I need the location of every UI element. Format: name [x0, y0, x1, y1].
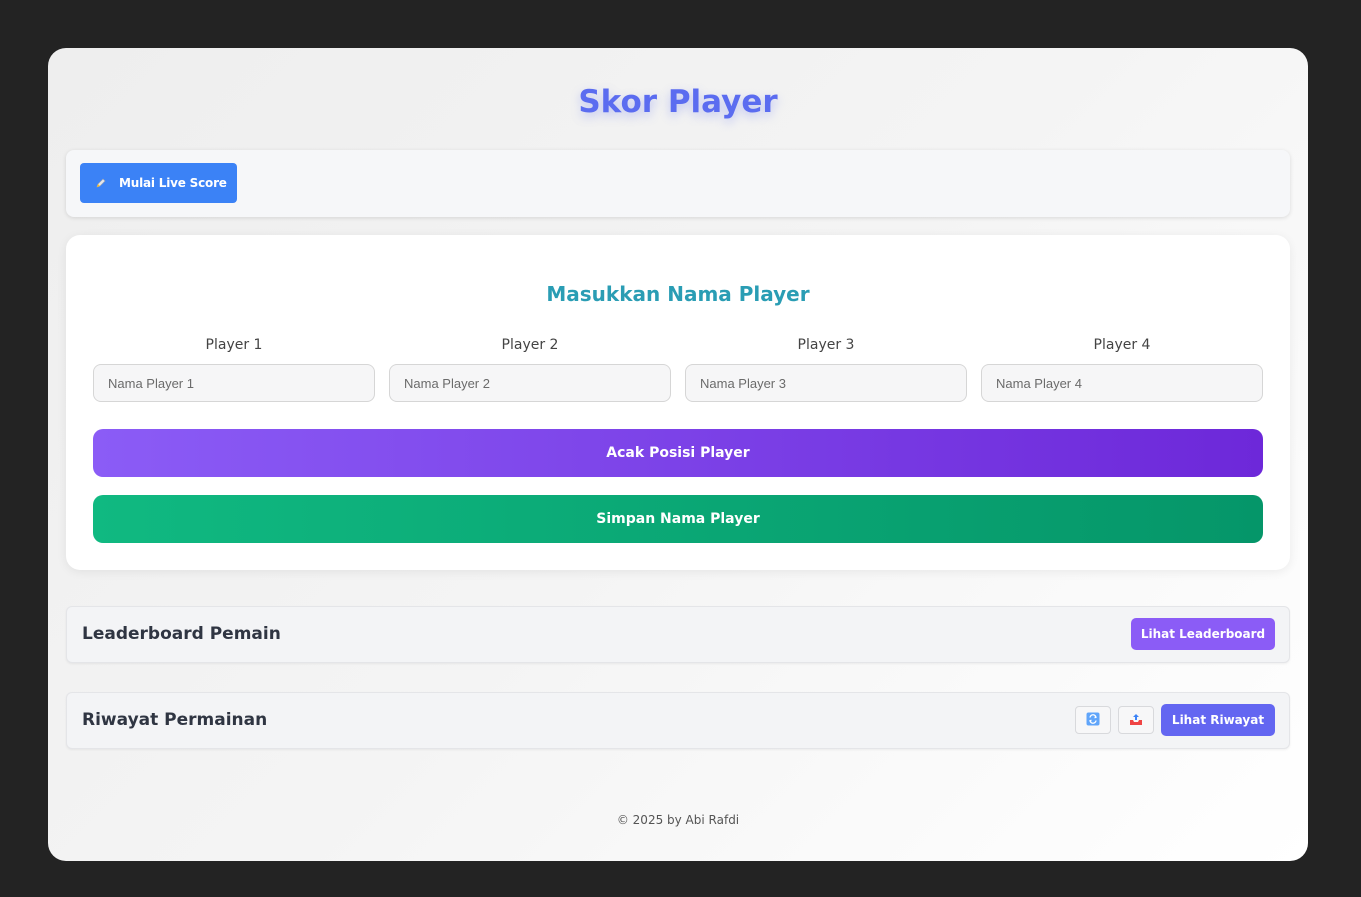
- history-section: Riwayat Permainan Lihat Riwayat: [66, 692, 1290, 749]
- leaderboard-title: Leaderboard Pemain: [82, 624, 281, 644]
- player-inputs-row: Player 1 Player 2 Player 3 Player 4: [93, 336, 1263, 402]
- player-1-group: Player 1: [93, 336, 375, 402]
- player-4-input[interactable]: [981, 364, 1263, 402]
- pen-icon: [95, 177, 109, 189]
- shuffle-players-button[interactable]: Acak Posisi Player: [93, 429, 1263, 477]
- main-card: Skor Player Mulai Live Score Masukkan Na…: [48, 48, 1308, 861]
- player-4-group: Player 4: [981, 336, 1263, 402]
- player-3-label: Player 3: [797, 337, 855, 353]
- player-2-label: Player 2: [501, 337, 559, 353]
- live-score-bar: Mulai Live Score: [66, 150, 1290, 217]
- refresh-history-button[interactable]: [1075, 706, 1111, 734]
- player-1-label: Player 1: [205, 337, 263, 353]
- export-history-button[interactable]: [1118, 706, 1154, 734]
- view-history-button[interactable]: Lihat Riwayat: [1161, 704, 1275, 736]
- view-leaderboard-button[interactable]: Lihat Leaderboard: [1131, 618, 1275, 650]
- player-4-label: Player 4: [1093, 337, 1151, 353]
- export-icon: [1129, 712, 1143, 729]
- player-3-input[interactable]: [685, 364, 967, 402]
- leaderboard-section: Leaderboard Pemain Lihat Leaderboard: [66, 606, 1290, 663]
- player-name-panel: Masukkan Nama Player Player 1 Player 2 P…: [66, 235, 1290, 570]
- start-live-score-button[interactable]: Mulai Live Score: [80, 163, 237, 203]
- player-2-group: Player 2: [389, 336, 671, 402]
- player-form-title: Masukkan Nama Player: [546, 282, 810, 306]
- player-2-input[interactable]: [389, 364, 671, 402]
- player-3-group: Player 3: [685, 336, 967, 402]
- footer-copyright: © 2025 by Abi Rafdi: [616, 813, 740, 827]
- history-title: Riwayat Permainan: [82, 710, 268, 730]
- player-1-input[interactable]: [93, 364, 375, 402]
- start-live-score-label: Mulai Live Score: [119, 176, 227, 190]
- page-title: Skor Player: [578, 84, 778, 120]
- save-players-button[interactable]: Simpan Nama Player: [93, 495, 1263, 543]
- refresh-icon: [1086, 712, 1100, 729]
